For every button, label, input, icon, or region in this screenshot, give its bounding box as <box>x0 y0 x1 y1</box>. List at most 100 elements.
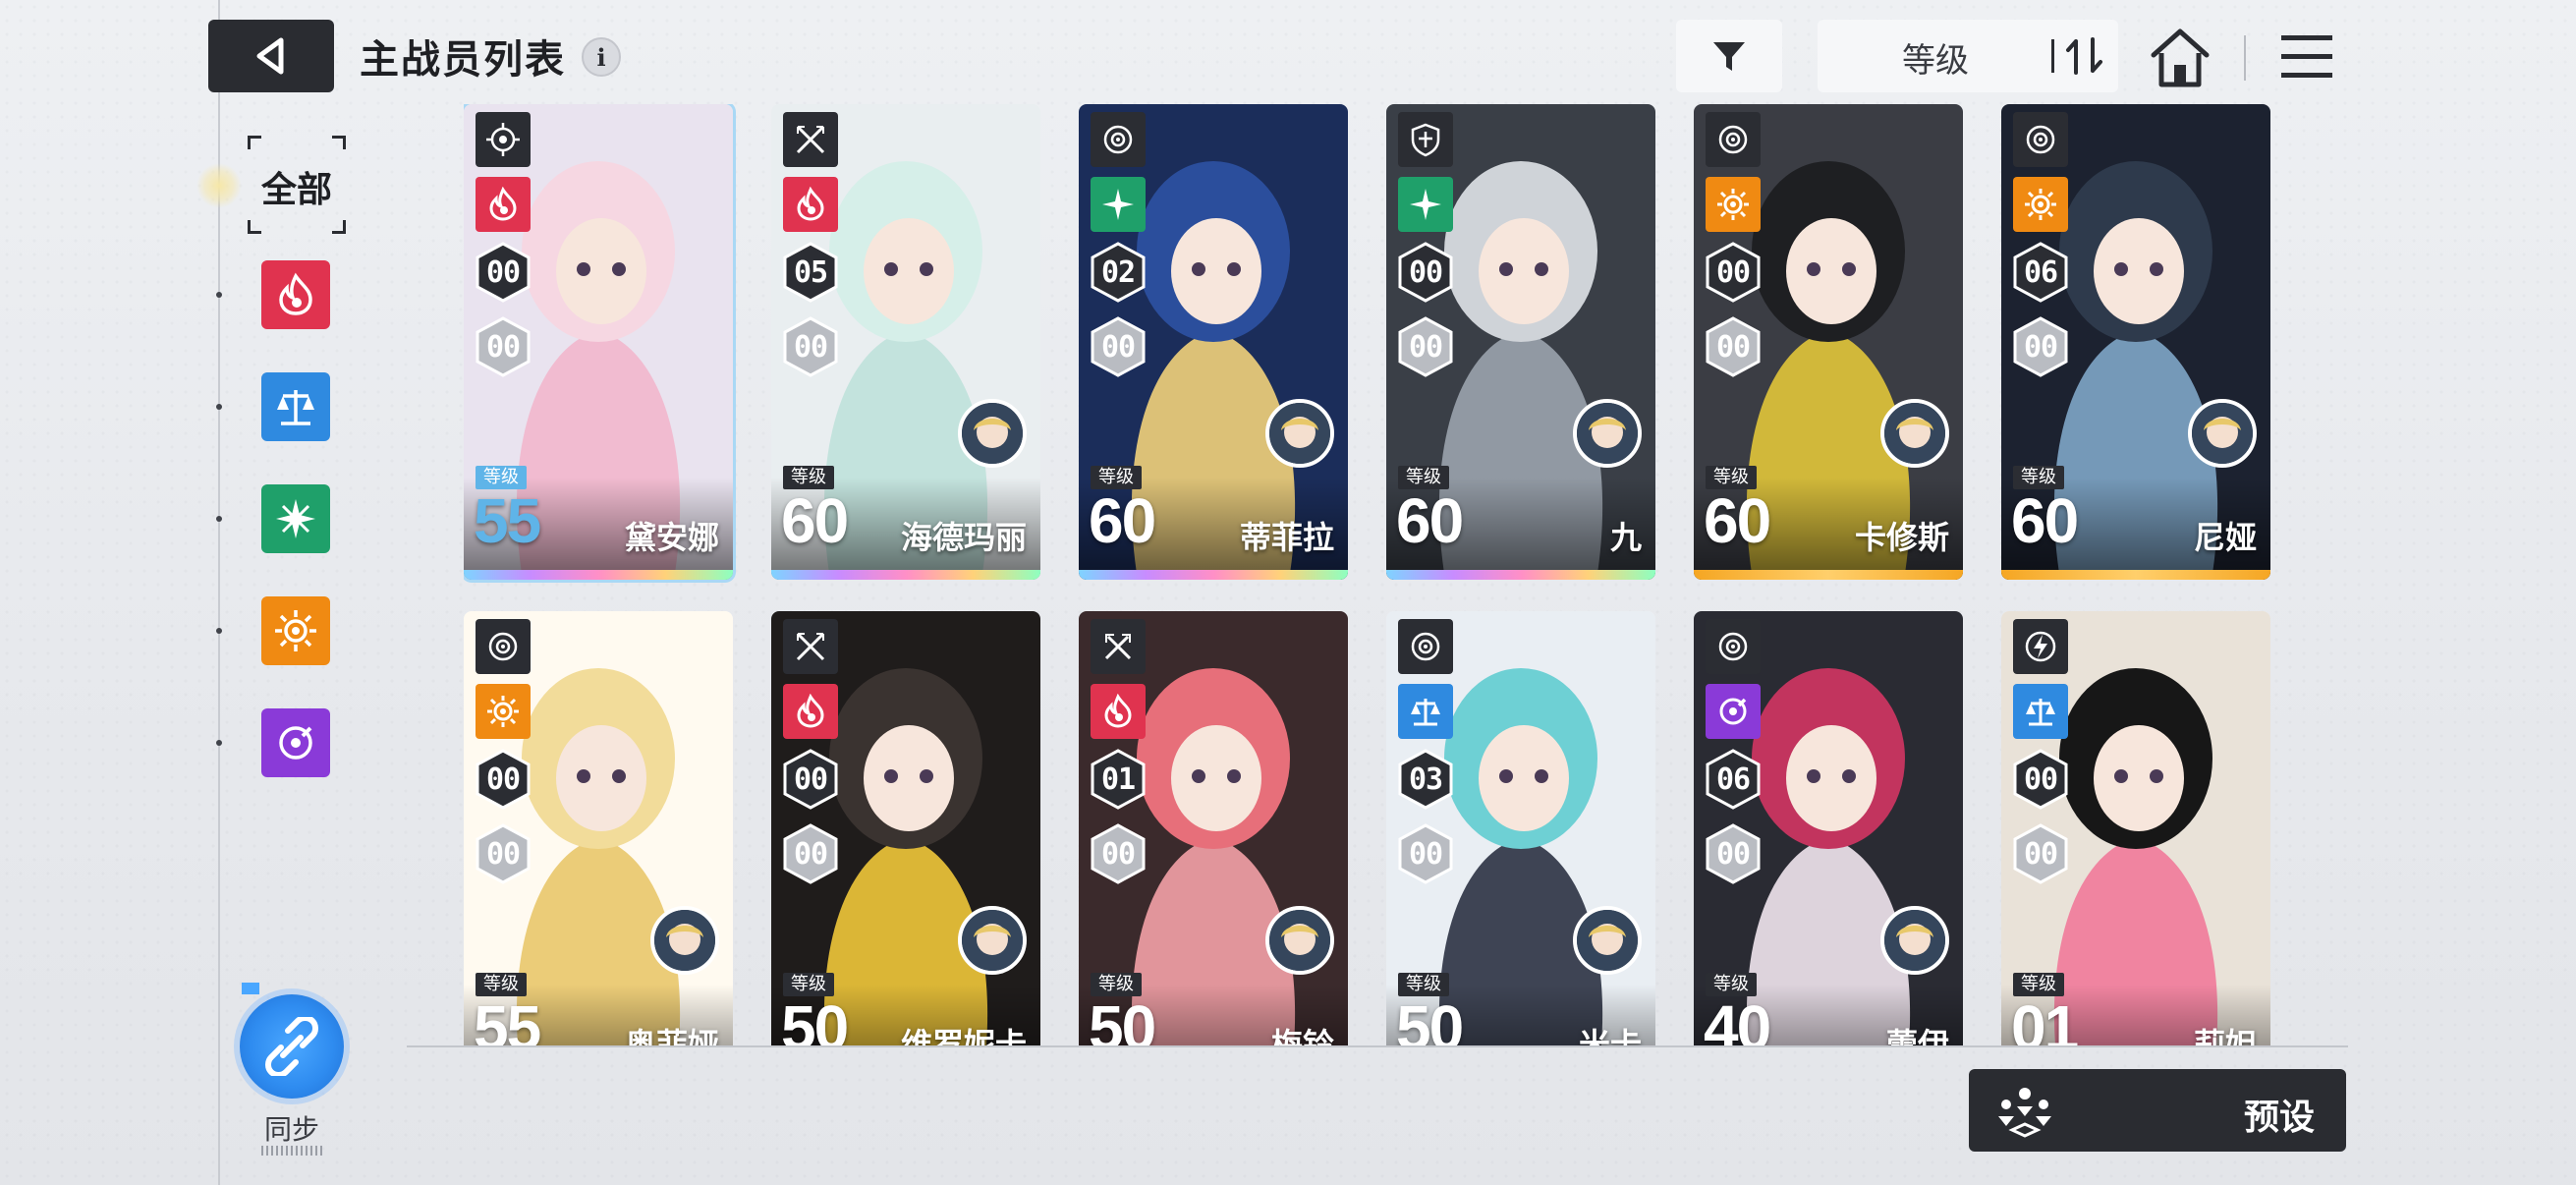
sync-indicator <box>242 983 259 994</box>
operator-card[interactable]: 00 00 等级 55 奥菲娅 <box>464 611 733 1047</box>
preset-label: 预设 <box>2243 1098 2315 1138</box>
element-badge <box>1706 684 1761 739</box>
sync-barcode <box>261 1146 324 1156</box>
support-avatar <box>1573 906 1642 975</box>
hex-secondary-value: 00 <box>1408 837 1443 872</box>
menu-icon[interactable] <box>2277 28 2336 86</box>
fire-element-icon <box>279 272 312 315</box>
element-badge <box>1091 177 1146 232</box>
wind-element-icon <box>1102 189 1134 220</box>
filter-tab-balance[interactable] <box>261 372 330 441</box>
operator-card[interactable]: 05 00 等级 60 海德玛丽 <box>771 104 1040 580</box>
element-badge <box>783 177 838 232</box>
hex-counter-primary: 00 <box>474 749 532 810</box>
sidebar-tick <box>216 404 222 410</box>
hex-secondary-value: 00 <box>1408 330 1443 365</box>
hex-primary-value: 00 <box>1408 255 1443 290</box>
hex-primary-value: 05 <box>793 255 828 290</box>
hex-counter-secondary: 00 <box>2011 316 2070 377</box>
operator-card[interactable]: 01 00 等级 50 梅铃 <box>1079 611 1348 1047</box>
hex-secondary-value: 00 <box>793 330 828 365</box>
hex-secondary-value: 00 <box>793 837 828 872</box>
level-value: 50 <box>1089 992 1156 1047</box>
operator-card[interactable]: 00 00 等级 60 九 <box>1386 104 1655 580</box>
element-badge <box>476 684 531 739</box>
hex-primary-value: 00 <box>793 762 828 797</box>
sort-dropdown[interactable]: 等级 <box>1818 20 2118 92</box>
team-preset-icon <box>1998 1088 2051 1138</box>
level-value: 40 <box>1704 992 1771 1047</box>
hex-secondary-value: 00 <box>1100 330 1136 365</box>
hex-secondary-value: 00 <box>485 330 521 365</box>
filter-tab-light[interactable] <box>261 596 330 665</box>
level-value: 50 <box>781 992 849 1047</box>
home-icon[interactable] <box>2148 26 2212 90</box>
sort-divider <box>2051 39 2054 73</box>
info-icon[interactable]: i <box>582 37 621 77</box>
hex-counter-primary: 03 <box>1396 749 1455 810</box>
bolt-role-icon <box>2025 631 2056 662</box>
support-avatar <box>958 906 1027 975</box>
light-element-icon <box>2025 189 2056 220</box>
filter-button[interactable] <box>1676 20 1782 92</box>
sidebar-tick <box>216 516 222 522</box>
hex-counter-secondary: 00 <box>781 823 840 884</box>
operator-card[interactable]: 03 00 等级 50 米卡 <box>1386 611 1655 1047</box>
balance-element-icon <box>2026 699 2055 726</box>
filter-icon <box>1713 42 1745 71</box>
fire-element-icon <box>1104 694 1132 728</box>
level-value: 55 <box>474 485 541 556</box>
operator-card[interactable]: 00 00 等级 01 莉妲 <box>2001 611 2270 1047</box>
hex-primary-value: 06 <box>2023 255 2058 290</box>
operator-card[interactable]: 06 00 等级 40 蕾伊 <box>1694 611 1963 1047</box>
grid-bottom-divider <box>407 1045 2348 1047</box>
operator-card[interactable]: 00 00 等级 50 维罗妮卡 <box>771 611 1040 1047</box>
element-badge <box>783 684 838 739</box>
sort-label: 等级 <box>1902 41 1969 81</box>
hex-secondary-value: 00 <box>1100 837 1136 872</box>
operator-name: 九 <box>1609 519 1642 556</box>
filter-tab-void[interactable] <box>261 708 330 777</box>
balance-element-icon <box>277 390 314 425</box>
circle-role-icon <box>1411 632 1440 661</box>
filter-tab-fire[interactable] <box>261 260 330 329</box>
level-value: 50 <box>1396 992 1464 1047</box>
fire-element-icon <box>797 694 824 728</box>
rarity-bar <box>1386 570 1655 580</box>
operator-name: 海德玛丽 <box>900 519 1027 556</box>
hex-secondary-value: 00 <box>1715 837 1751 872</box>
role-badge <box>783 112 838 167</box>
hex-counter-secondary: 00 <box>1089 823 1148 884</box>
preset-button[interactable]: 预设 <box>1969 1069 2346 1152</box>
sidebar-tick <box>216 292 222 298</box>
role-badge <box>476 112 531 167</box>
back-arrow-icon <box>256 37 284 75</box>
role-badge <box>1706 112 1761 167</box>
hex-secondary-value: 00 <box>2023 837 2058 872</box>
operator-card[interactable]: 00 00 等级 60 卡修斯 <box>1694 104 1963 580</box>
operator-card[interactable]: 06 00 等级 60 尼娅 <box>2001 104 2270 580</box>
selected-indicator-glow <box>196 163 242 208</box>
sort-order-icon[interactable] <box>2063 35 2106 77</box>
circle-role-icon <box>1718 125 1748 154</box>
sync-button[interactable] <box>240 994 344 1099</box>
hex-counter-primary: 02 <box>1089 242 1148 303</box>
hex-counter-primary: 00 <box>2011 749 2070 810</box>
filter-tab-wind[interactable] <box>261 484 330 553</box>
wind-element-icon <box>1410 189 1441 220</box>
back-button[interactable] <box>208 20 334 92</box>
element-badge <box>1398 684 1453 739</box>
operator-card[interactable]: 02 00 等级 60 蒂菲拉 <box>1079 104 1348 580</box>
role-badge <box>1706 619 1761 674</box>
hex-secondary-value: 00 <box>485 837 521 872</box>
blades-role-icon <box>796 125 825 154</box>
fire-element-icon <box>797 187 824 221</box>
operator-card[interactable]: 00 00 等级 55 黛安娜 <box>464 104 733 580</box>
support-avatar <box>1880 399 1949 468</box>
level-value: 60 <box>2011 485 2079 556</box>
hex-counter-primary: 01 <box>1089 749 1148 810</box>
filter-tab-all[interactable]: 全部 <box>248 136 346 234</box>
hex-primary-value: 00 <box>1715 255 1751 290</box>
hex-counter-secondary: 00 <box>1396 316 1455 377</box>
hex-counter-secondary: 00 <box>1396 823 1455 884</box>
